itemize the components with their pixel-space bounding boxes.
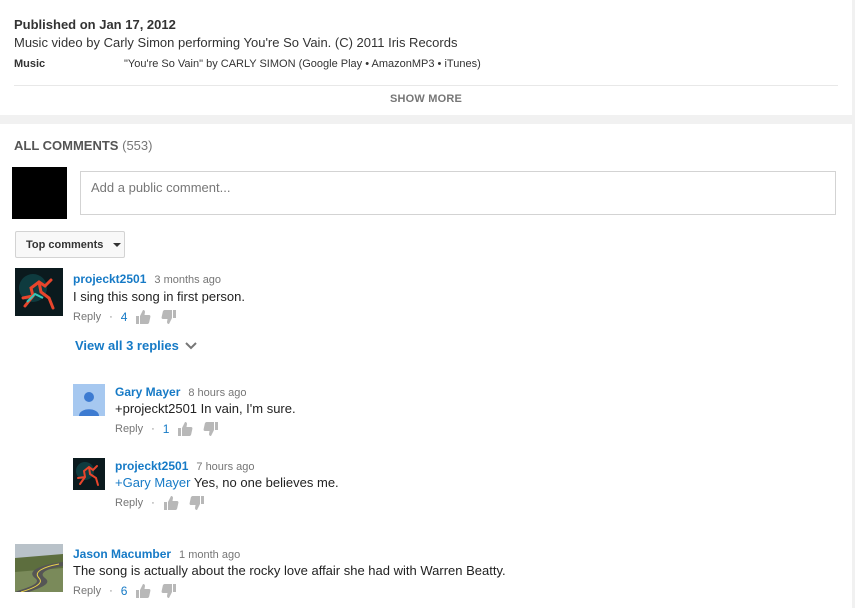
separator-dot: ·: [151, 423, 155, 435]
reply-actions: Reply · 1: [115, 421, 229, 437]
comments-count: (553): [122, 138, 153, 153]
reply-button[interactable]: Reply: [115, 497, 143, 509]
ninja-avatar-icon: [73, 458, 105, 490]
thumbs-down-icon[interactable]: [161, 583, 177, 599]
separator-dot: ·: [151, 497, 155, 509]
reply-header: projeckt2501 7 hours ago: [115, 457, 255, 475]
comments-panel: ALL COMMENTS (553) Top comments projeckt…: [0, 124, 852, 608]
published-date: Published on Jan 17, 2012: [14, 17, 176, 32]
reply-time[interactable]: 7 hours ago: [196, 461, 254, 473]
comment-actions: Reply · 6: [73, 583, 187, 599]
description-divider: [14, 85, 838, 86]
reply-time[interactable]: 8 hours ago: [188, 387, 246, 399]
comment-box[interactable]: [80, 171, 836, 215]
comment-actions: Reply · 4: [73, 309, 187, 325]
thumbs-down-icon[interactable]: [203, 421, 219, 437]
like-count: 4: [120, 310, 128, 324]
reply-button[interactable]: Reply: [73, 311, 101, 323]
separator-dot: ·: [109, 311, 113, 323]
caret-down-icon: [113, 242, 122, 247]
thumbs-up-icon[interactable]: [163, 495, 179, 511]
thumbs-up-icon[interactable]: [135, 583, 151, 599]
comment-header: Jason Macumber 1 month ago: [73, 545, 240, 563]
default-user-icon: [73, 384, 105, 416]
show-more-button[interactable]: SHOW MORE: [0, 93, 852, 105]
video-description-panel: Published on Jan 17, 2012 Music video by…: [0, 0, 852, 115]
comment-text: The song is actually about the rocky lov…: [73, 563, 506, 578]
avatar[interactable]: [15, 544, 63, 592]
description-text: Music video by Carly Simon performing Yo…: [14, 35, 458, 50]
chevron-down-icon: [185, 341, 197, 349]
separator-dot: ·: [109, 585, 113, 597]
ninja-avatar-icon: [15, 268, 63, 316]
view-replies-label: View all 3 replies: [75, 338, 179, 353]
like-count: 1: [162, 422, 170, 436]
user-mention-link[interactable]: +Gary Mayer: [115, 475, 191, 490]
comments-heading: ALL COMMENTS (553): [14, 138, 152, 153]
reply-author[interactable]: Gary Mayer: [115, 385, 180, 399]
music-value: "You're So Vain" by CARLY SIMON (Google …: [124, 58, 481, 70]
avatar[interactable]: [15, 268, 63, 316]
thumbs-down-icon[interactable]: [161, 309, 177, 325]
avatar[interactable]: [73, 458, 105, 490]
reply-body: Yes, no one believes me.: [190, 475, 339, 490]
comment-time[interactable]: 3 months ago: [154, 274, 221, 286]
comment-author[interactable]: Jason Macumber: [73, 547, 171, 561]
comment-author[interactable]: projeckt2501: [73, 272, 146, 286]
like-count: 6: [120, 584, 128, 598]
reply-header: Gary Mayer 8 hours ago: [115, 383, 246, 401]
reply-button[interactable]: Reply: [115, 423, 143, 435]
sort-comments-dropdown[interactable]: Top comments: [15, 231, 125, 258]
reply-text: +projeckt2501 In vain, I'm sure.: [115, 401, 296, 416]
thumbs-down-icon[interactable]: [189, 495, 205, 511]
music-label: Music: [14, 58, 46, 70]
avatar[interactable]: [73, 384, 105, 416]
comment-header: projeckt2501 3 months ago: [73, 270, 221, 288]
thumbs-up-icon[interactable]: [135, 309, 151, 325]
thumbs-up-icon[interactable]: [177, 421, 193, 437]
reply-text: +Gary Mayer Yes, no one believes me.: [115, 475, 339, 490]
view-replies-link[interactable]: View all 3 replies: [75, 338, 197, 353]
current-user-avatar: [12, 167, 67, 219]
reply-actions: Reply ·: [115, 495, 215, 511]
sort-label: Top comments: [26, 238, 104, 251]
comment-time[interactable]: 1 month ago: [179, 549, 240, 561]
comments-title: ALL COMMENTS: [14, 138, 119, 153]
comment-input[interactable]: [81, 173, 701, 201]
reply-button[interactable]: Reply: [73, 585, 101, 597]
comment-text: I sing this song in first person.: [73, 289, 245, 304]
road-landscape-avatar-icon: [15, 544, 63, 592]
reply-author[interactable]: projeckt2501: [115, 459, 188, 473]
